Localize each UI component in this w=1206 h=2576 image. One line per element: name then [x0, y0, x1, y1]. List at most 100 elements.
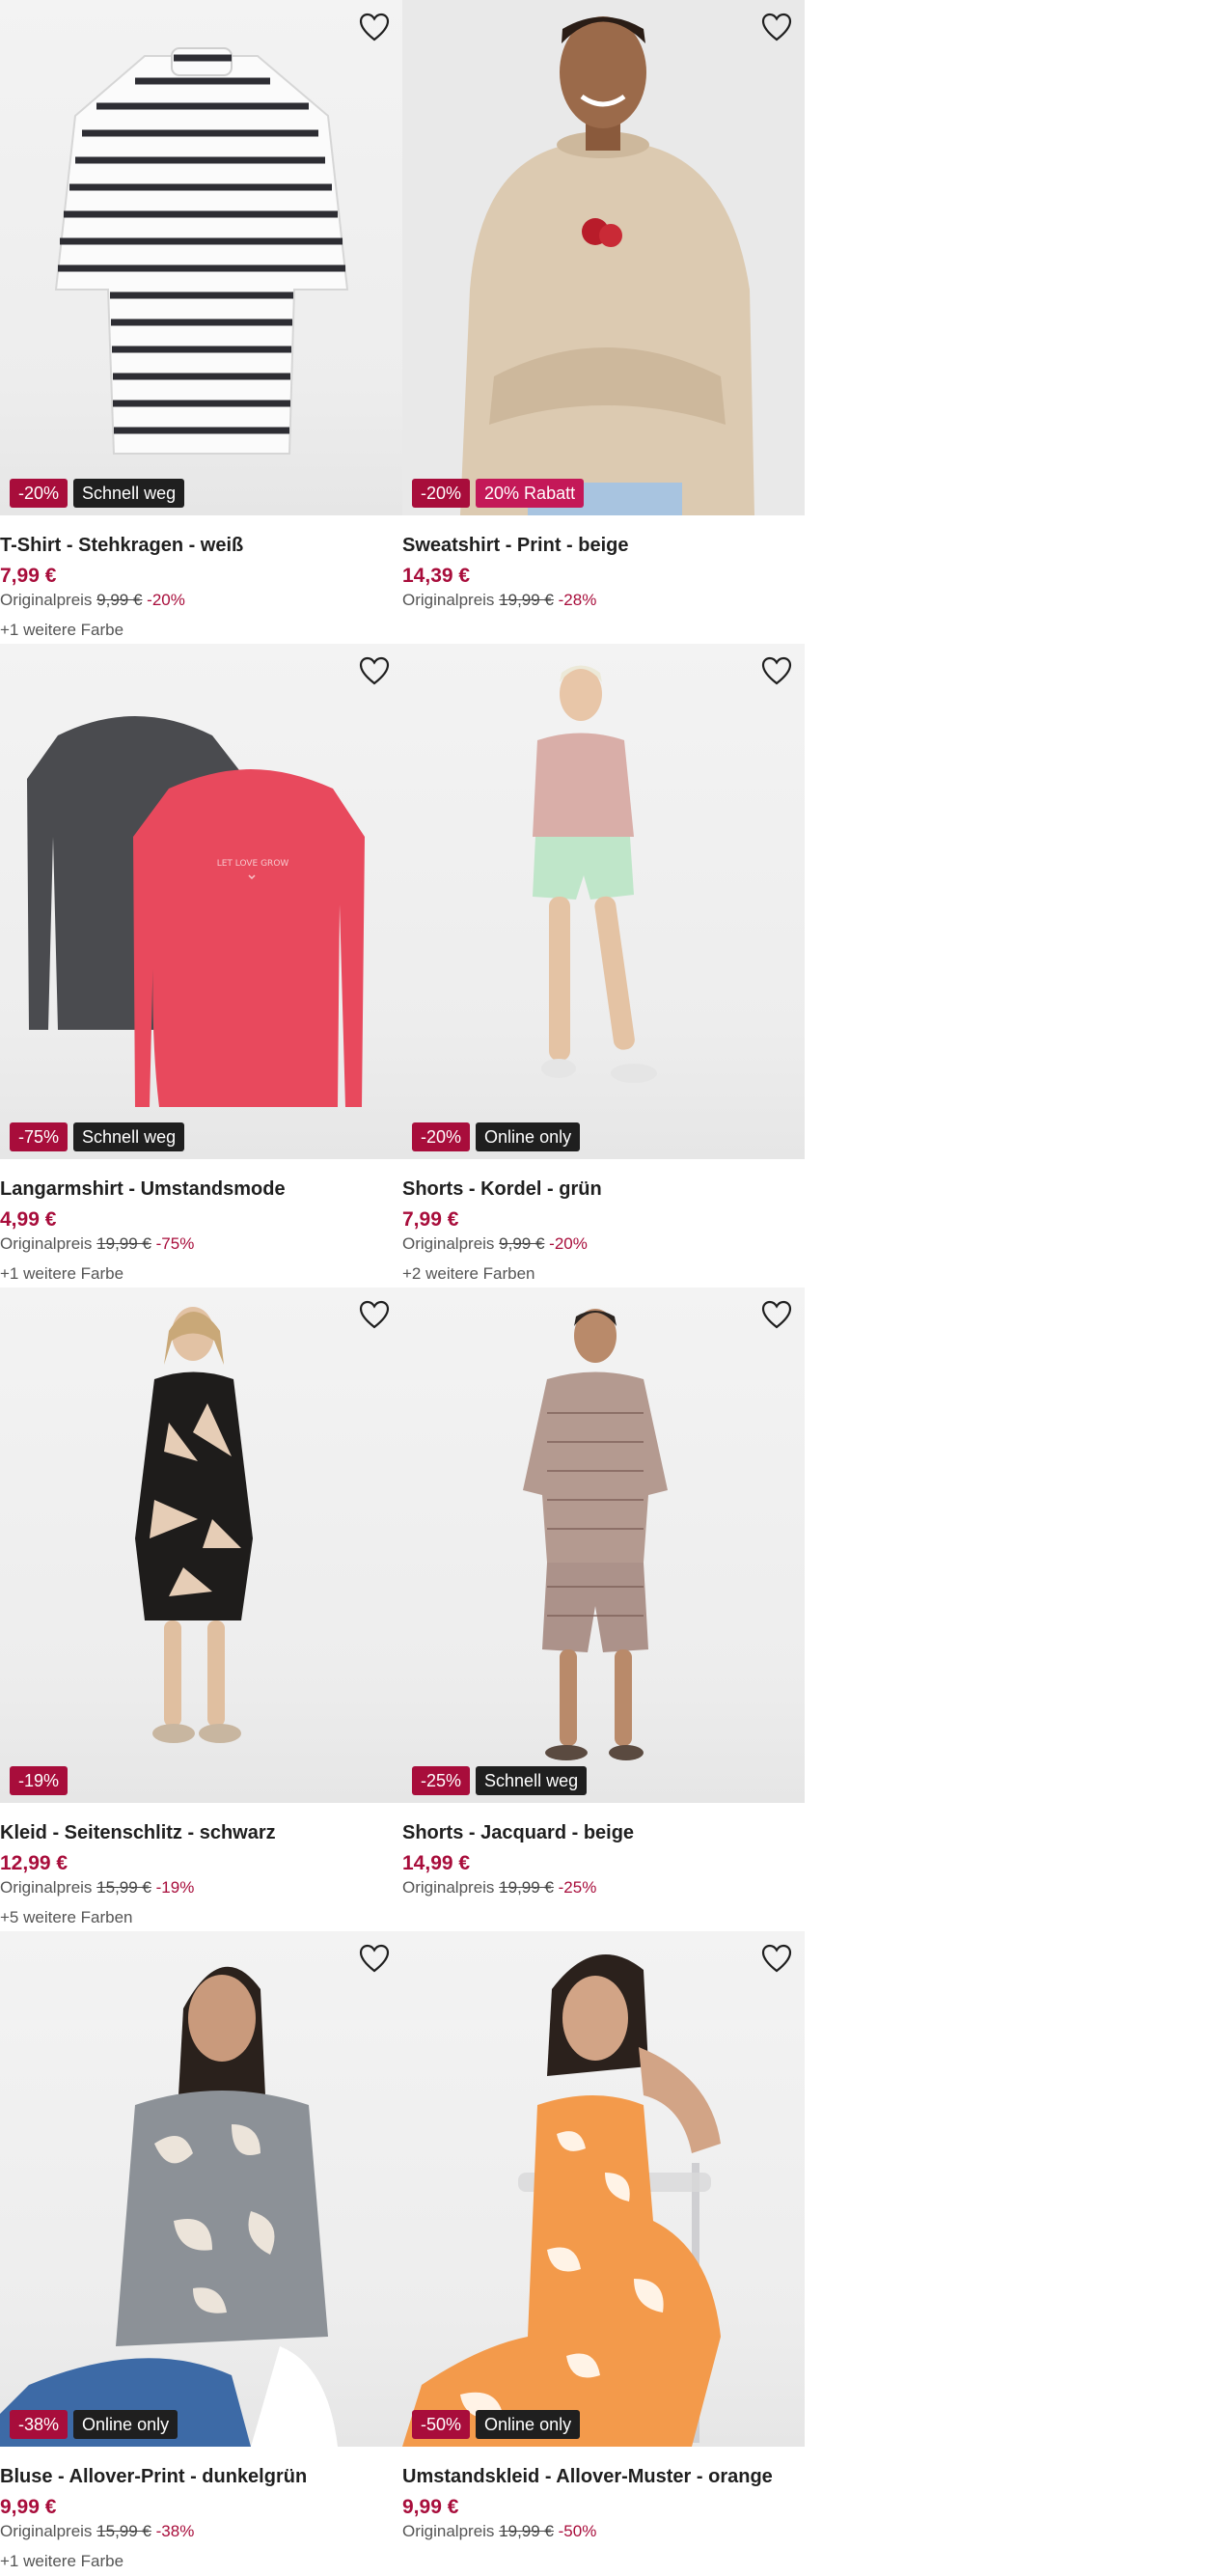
discount-percent: -75% [155, 1234, 195, 1253]
product-info: Langarmshirt - Umstandsmode 4,99 € Origi… [0, 1175, 402, 1286]
discount-percent: -19% [155, 1878, 195, 1897]
wishlist-heart-icon[interactable] [358, 655, 391, 686]
badge-row: -20% 20% Rabatt [412, 479, 585, 508]
original-price-line: Originalpreis 19,99 € -50% [402, 2520, 805, 2543]
label-badge: Online only [476, 1122, 581, 1151]
discount-badge: -50% [412, 2410, 471, 2439]
product-image[interactable]: -19% [0, 1288, 402, 1803]
promo-badge: 20% Rabatt [476, 479, 585, 508]
badge-row: -25% Schnell weg [412, 1766, 588, 1795]
product-title[interactable]: Shorts - Kordel - grün [402, 1175, 805, 1204]
product-card[interactable]: -25% Schnell weg Shorts - Jacquard - bei… [402, 1288, 805, 1931]
product-info: Shorts - Kordel - grün 7,99 € Originalpr… [402, 1175, 805, 1286]
product-info: Umstandskleid - Allover-Muster - orange … [402, 2462, 805, 2543]
discount-badge: -20% [412, 1122, 471, 1151]
wishlist-heart-icon[interactable] [358, 12, 391, 42]
product-info: Kleid - Seitenschlitz - schwarz 12,99 € … [0, 1818, 402, 1929]
more-colors-link[interactable]: +5 weitere Farben [0, 1906, 402, 1929]
product-image[interactable]: -25% Schnell weg [402, 1288, 805, 1803]
discount-percent: -28% [558, 591, 597, 609]
discount-percent: -38% [155, 2522, 195, 2540]
product-title[interactable]: Langarmshirt - Umstandsmode [0, 1175, 402, 1204]
badge-row: -20% Schnell weg [10, 479, 185, 508]
product-card[interactable]: -38% Online only Bluse - Allover-Print -… [0, 1931, 402, 2575]
product-image[interactable]: LET LOVE GROW -75% Schnell weg [0, 644, 402, 1159]
discount-badge: -20% [10, 479, 69, 508]
product-title[interactable]: Bluse - Allover-Print - dunkelgrün [0, 2462, 402, 2491]
original-price-line: Originalpreis 15,99 € -38% [0, 2520, 402, 2543]
product-grid: -20% Schnell weg T-Shirt - Stehkragen - … [0, 0, 805, 2575]
label-badge: Schnell weg [73, 479, 185, 508]
discount-badge: -19% [10, 1766, 69, 1795]
discount-percent: -25% [558, 1878, 597, 1897]
original-price-line: Originalpreis 9,99 € -20% [402, 1233, 805, 1256]
print-text: LET LOVE GROW [217, 859, 289, 869]
product-title[interactable]: Shorts - Jacquard - beige [402, 1818, 805, 1847]
original-price-label: Originalpreis [402, 1878, 495, 1897]
badge-row: -38% Online only [10, 2410, 178, 2439]
product-card[interactable]: LET LOVE GROW -75% Schnell weg Langarmsh… [0, 644, 402, 1288]
product-info: Bluse - Allover-Print - dunkelgrün 9,99 … [0, 2462, 402, 2573]
original-price-line: Originalpreis 19,99 € -25% [402, 1876, 805, 1899]
product-image[interactable]: -20% 20% Rabatt [402, 0, 805, 515]
original-price: 15,99 € [96, 2522, 151, 2540]
discount-badge: -75% [10, 1122, 69, 1151]
more-colors-link[interactable]: +1 weitere Farbe [0, 1262, 402, 1286]
label-badge: Schnell weg [476, 1766, 588, 1795]
original-price: 19,99 € [96, 1234, 151, 1253]
product-price: 9,99 € [0, 2496, 57, 2518]
original-price: 9,99 € [499, 1234, 545, 1253]
product-card[interactable]: -19% Kleid - Seitenschlitz - schwarz 12,… [0, 1288, 402, 1931]
product-info: Shorts - Jacquard - beige 14,99 € Origin… [402, 1818, 805, 1899]
discount-percent: -50% [558, 2522, 597, 2540]
original-price-label: Originalpreis [0, 1234, 93, 1253]
wishlist-heart-icon[interactable] [358, 1299, 391, 1330]
product-card[interactable]: -20% 20% Rabatt Sweatshirt - Print - bei… [402, 0, 805, 644]
discount-badge: -20% [412, 479, 471, 508]
original-price: 15,99 € [96, 1878, 151, 1897]
original-price-label: Originalpreis [0, 591, 93, 609]
more-colors-link[interactable]: +1 weitere Farbe [0, 2550, 402, 2573]
product-info: Sweatshirt - Print - beige 14,39 € Origi… [402, 531, 805, 612]
wishlist-heart-icon[interactable] [760, 655, 793, 686]
product-image[interactable]: -50% Online only [402, 1931, 805, 2447]
wishlist-heart-icon[interactable] [358, 1943, 391, 1974]
original-price-label: Originalpreis [402, 591, 495, 609]
more-colors-link[interactable]: +2 weitere Farben [402, 1262, 805, 1286]
badge-row: -75% Schnell weg [10, 1122, 185, 1151]
original-price-label: Originalpreis [402, 1234, 495, 1253]
original-price-label: Originalpreis [402, 2522, 495, 2540]
original-price: 19,99 € [499, 2522, 554, 2540]
product-title[interactable]: Umstandskleid - Allover-Muster - orange [402, 2462, 805, 2491]
product-price: 4,99 € [0, 1208, 57, 1231]
wishlist-heart-icon[interactable] [760, 1299, 793, 1330]
badge-row: -20% Online only [412, 1122, 581, 1151]
product-title[interactable]: Kleid - Seitenschlitz - schwarz [0, 1818, 402, 1847]
product-image[interactable]: -20% Schnell weg [0, 0, 402, 515]
badge-row: -19% [10, 1766, 69, 1795]
wishlist-heart-icon[interactable] [760, 12, 793, 42]
product-image[interactable]: -20% Online only [402, 644, 805, 1159]
badge-row: -50% Online only [412, 2410, 581, 2439]
wishlist-heart-icon[interactable] [760, 1943, 793, 1974]
product-card[interactable]: -20% Online only Shorts - Kordel - grün … [402, 644, 805, 1288]
product-info: T-Shirt - Stehkragen - weiß 7,99 € Origi… [0, 531, 402, 642]
more-colors-link[interactable]: +1 weitere Farbe [0, 619, 402, 642]
product-image[interactable]: -38% Online only [0, 1931, 402, 2447]
product-title[interactable]: T-Shirt - Stehkragen - weiß [0, 531, 402, 560]
product-price: 14,39 € [402, 565, 471, 587]
original-price-label: Originalpreis [0, 2522, 93, 2540]
product-price: 12,99 € [0, 1852, 69, 1874]
discount-badge: -25% [412, 1766, 471, 1795]
original-price-line: Originalpreis 19,99 € -75% [0, 1233, 402, 1256]
product-price: 9,99 € [402, 2496, 459, 2518]
original-price: 9,99 € [96, 591, 143, 609]
original-price-label: Originalpreis [0, 1878, 93, 1897]
product-card[interactable]: -50% Online only Umstandskleid - Allover… [402, 1931, 805, 2575]
product-price: 14,99 € [402, 1852, 471, 1874]
product-card[interactable]: -20% Schnell weg T-Shirt - Stehkragen - … [0, 0, 402, 644]
product-title[interactable]: Sweatshirt - Print - beige [402, 531, 805, 560]
original-price: 19,99 € [499, 1878, 554, 1897]
label-badge: Online only [73, 2410, 178, 2439]
original-price-line: Originalpreis 9,99 € -20% [0, 589, 402, 612]
